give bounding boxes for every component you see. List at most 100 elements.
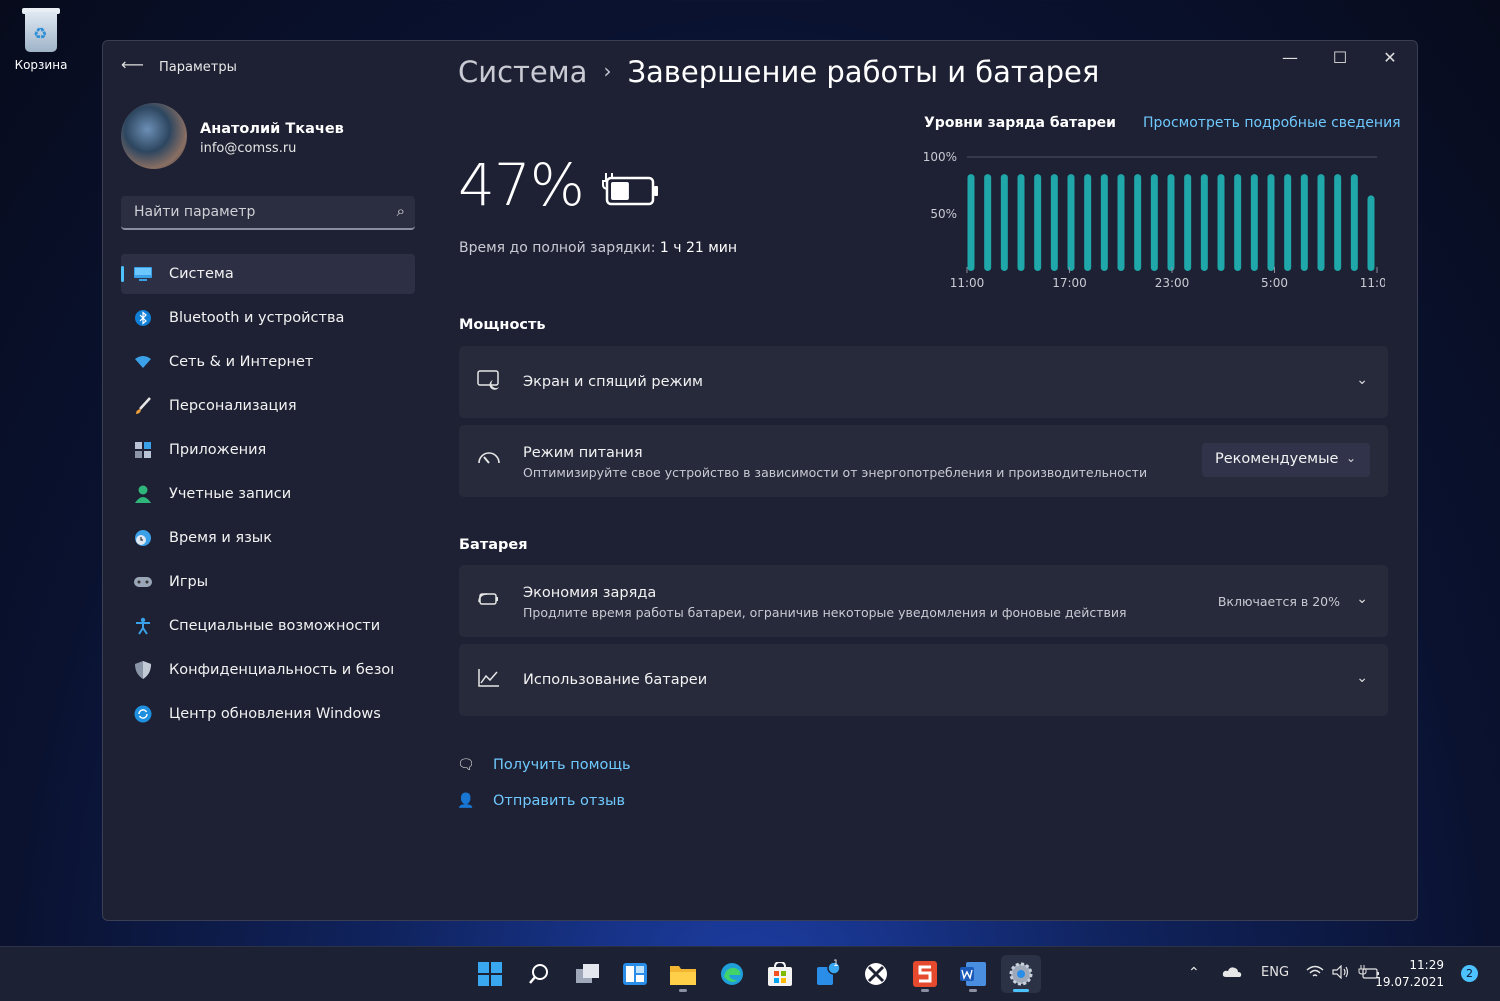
gamepad-icon [134, 573, 152, 591]
get-help-link[interactable]: 🗨 Получить помощь [457, 757, 631, 773]
edge-button[interactable] [712, 955, 752, 993]
charge-time-label: Время до полной зарядки: [459, 240, 656, 256]
widgets-button[interactable] [615, 955, 655, 993]
feedback-icon: 👤 [457, 793, 475, 809]
chart-x-tick-label: 5:00 [1261, 276, 1288, 290]
chart-bar [1117, 174, 1125, 271]
folder-icon [670, 966, 696, 985]
store-button[interactable] [760, 955, 800, 993]
apps-icon [134, 441, 152, 459]
screen-sleep-card[interactable]: Экран и спящий режим ⌄ [459, 346, 1388, 418]
store-badge: 1 [833, 959, 839, 969]
breadcrumb-separator: › [603, 59, 612, 83]
battery-saver-icon [477, 589, 503, 613]
power-mode-select[interactable]: Рекомендуемые ⌄ [1202, 443, 1370, 477]
chart-bar [1084, 174, 1092, 271]
avatar [121, 103, 187, 169]
sidebar-item-accounts[interactable]: Учетные записи [121, 474, 415, 514]
sidebar-item-gaming[interactable]: Игры [121, 562, 415, 602]
edge-icon [721, 963, 743, 985]
sidebar-item-apps[interactable]: Приложения [121, 430, 415, 470]
chart-bar [984, 174, 992, 271]
recycle-bin-shortcut[interactable]: ♻ Корзина [10, 6, 72, 72]
search-icon[interactable]: ⌕ [397, 202, 405, 220]
chevron-down-icon[interactable]: ⌄ [1356, 670, 1368, 686]
sidebar-item-windows-update[interactable]: Центр обновления Windows [121, 694, 415, 734]
back-arrow-icon[interactable]: ⟵ [121, 55, 144, 74]
battery-saver-subtitle: Продлите время работы батареи, ограничив… [523, 605, 1127, 620]
chart-bar [1217, 174, 1225, 271]
taskbar-search-button[interactable] [519, 955, 559, 993]
xbox-button[interactable] [856, 955, 896, 993]
screen-sleep-title: Экран и спящий режим [523, 374, 703, 390]
sidebar-item-personalization[interactable]: Персонализация [121, 386, 415, 426]
sidebar-item-time-language[interactable]: Время и язык [121, 518, 415, 558]
chart-bar [1034, 174, 1042, 271]
chevron-down-icon[interactable]: ⌄ [1356, 372, 1368, 388]
minimize-button[interactable]: — [1267, 47, 1313, 69]
battery-usage-card[interactable]: Использование батареи ⌄ [459, 644, 1388, 716]
sidebar-item-privacy[interactable]: Конфиденциальность и безопасность [121, 650, 415, 690]
chart-bar [1250, 174, 1258, 271]
chart-bar [1050, 174, 1058, 271]
phone-app-button[interactable]: 1 [808, 955, 848, 993]
clock[interactable]: 11:29 19.07.2021 [1375, 957, 1444, 991]
sidebar-item-system[interactable]: Система [121, 254, 415, 294]
charge-time-value: 1 ч 21 мин [659, 240, 738, 256]
chevron-down-icon[interactable]: ⌄ [1356, 591, 1368, 607]
chart-x-tick-label: 11:00 [1360, 276, 1385, 290]
start-button[interactable] [470, 955, 510, 993]
clock-time: 11:29 [1409, 958, 1444, 972]
language-indicator[interactable]: ENG [1261, 965, 1289, 980]
maximize-button[interactable]: ☐ [1317, 47, 1363, 69]
word-button[interactable] [953, 955, 993, 993]
battery-saver-status: Включается в 20% [1217, 594, 1340, 609]
chart-bar [1184, 174, 1192, 271]
power-mode-subtitle: Оптимизируйте свое устройство в зависимо… [523, 465, 1148, 480]
volume-icon[interactable] [1332, 964, 1350, 983]
chart-x-tick-label: 11:00 [950, 276, 985, 290]
chart-bar [1200, 174, 1208, 271]
screen-sleep-icon [477, 370, 503, 394]
battery-saver-card[interactable]: Экономия заряда Продлите время работы ба… [459, 565, 1388, 637]
chart-bar [1234, 174, 1242, 271]
battery-section-heading: Батарея [459, 537, 528, 553]
sidebar-item-bluetooth[interactable]: Bluetooth и устройства [121, 298, 415, 338]
sidebar-item-network[interactable]: Сеть & и Интернет [121, 342, 415, 382]
file-explorer-button[interactable] [663, 955, 703, 993]
user-name: Анатолий Ткачев [200, 121, 344, 137]
notification-badge[interactable]: 2 [1461, 965, 1478, 982]
breadcrumb-parent[interactable]: Система [458, 55, 587, 89]
search-input[interactable] [132, 203, 376, 221]
close-button[interactable]: ✕ [1367, 47, 1413, 69]
battery-details-link[interactable]: Просмотреть подробные сведения [1143, 115, 1401, 131]
search-icon [529, 964, 548, 984]
chart-bar [1000, 174, 1008, 271]
s-app-icon [913, 961, 937, 987]
gear-icon [1009, 962, 1033, 986]
chart-bar [1100, 174, 1108, 271]
store-icon [768, 962, 792, 986]
chart-bar [1284, 174, 1292, 271]
sidebar-nav: Система Bluetooth и устройства Сеть & и … [121, 254, 415, 738]
search-box: ⌕ [121, 196, 415, 230]
task-view-button[interactable] [568, 955, 608, 993]
word-icon [960, 962, 986, 986]
sublime-app-button[interactable] [905, 955, 945, 993]
chart-bar [1317, 174, 1325, 271]
chart-title: Уровни заряда батареи [924, 115, 1116, 131]
settings-app-button[interactable] [1001, 955, 1041, 993]
chart-x-tick-label: 23:00 [1155, 276, 1190, 290]
battery-level-chart: 100% 50% 11:00 17:00 23:00 5:00 11:00 [923, 150, 1385, 290]
wifi-icon[interactable] [1306, 965, 1324, 983]
tray-expand-icon[interactable]: ⌃ [1188, 965, 1200, 981]
feedback-link[interactable]: 👤 Отправить отзыв [457, 793, 625, 809]
taskbar: 1 ⌃ ENG 11:29 19.07.2021 2 [0, 946, 1500, 1001]
recycle-bin-icon: ♻ [22, 6, 60, 54]
chart-bar [1134, 174, 1142, 271]
sidebar-item-accessibility[interactable]: Специальные возможности [121, 606, 415, 646]
widgets-icon [623, 963, 647, 985]
xbox-icon [865, 963, 887, 985]
onedrive-icon[interactable] [1222, 965, 1242, 981]
chart-bar [1300, 174, 1308, 271]
